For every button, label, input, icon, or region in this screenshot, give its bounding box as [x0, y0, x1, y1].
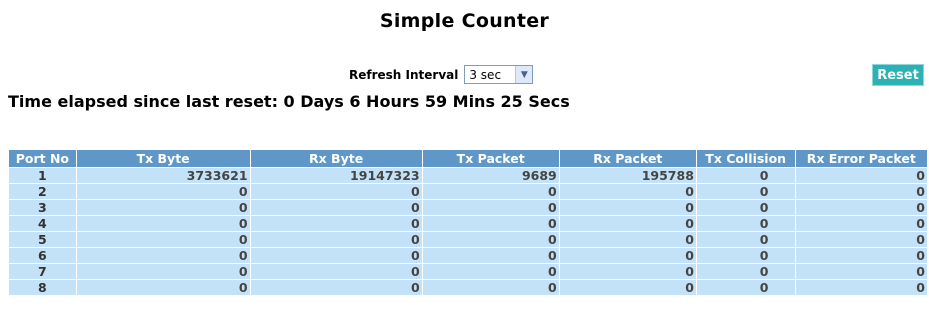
- cell-rx-byte: 0: [250, 280, 422, 295]
- cell-tx-packet: 0: [422, 216, 559, 231]
- counter-table: Port No Tx Byte Rx Byte Tx Packet Rx Pac…: [8, 149, 928, 296]
- cell-rx-byte: 19147323: [250, 168, 422, 183]
- header-tx-packet: Tx Packet: [422, 150, 559, 167]
- cell-tx-byte: 0: [76, 248, 250, 263]
- cell-tx-collision: 0: [696, 184, 795, 199]
- cell-tx-packet: 9689: [422, 168, 559, 183]
- cell-rx-byte: 0: [250, 200, 422, 215]
- table-header-row: Port No Tx Byte Rx Byte Tx Packet Rx Pac…: [9, 150, 927, 167]
- cell-tx-byte: 0: [76, 264, 250, 279]
- cell-rx-packet: 0: [559, 248, 696, 263]
- page-title: Simple Counter: [379, 10, 550, 32]
- cell-port-no: 5: [9, 232, 76, 247]
- cell-rx-packet: 0: [559, 216, 696, 231]
- cell-tx-collision: 0: [696, 168, 795, 183]
- cell-tx-collision: 0: [696, 280, 795, 295]
- cell-tx-packet: 0: [422, 248, 559, 263]
- table-row: 1 3733621 19147323 9689 195788 0 0: [9, 168, 927, 183]
- cell-rx-error-packet: 0: [795, 248, 927, 263]
- cell-rx-error-packet: 0: [795, 184, 927, 199]
- cell-rx-byte: 0: [250, 232, 422, 247]
- cell-tx-byte: 0: [76, 280, 250, 295]
- header-rx-error-packet: Rx Error Packet: [795, 150, 927, 167]
- cell-tx-collision: 0: [696, 232, 795, 247]
- header-tx-byte: Tx Byte: [76, 150, 250, 167]
- cell-tx-collision: 0: [696, 200, 795, 215]
- cell-tx-collision: 0: [696, 248, 795, 263]
- cell-port-no: 1: [9, 168, 76, 183]
- table-row: 3000000: [9, 200, 927, 215]
- cell-port-no: 4: [9, 216, 76, 231]
- cell-port-no: 8: [9, 280, 76, 295]
- cell-rx-packet: 0: [559, 232, 696, 247]
- cell-tx-byte: 0: [76, 200, 250, 215]
- header-port-no: Port No: [9, 150, 76, 167]
- table-row: 6000000: [9, 248, 927, 263]
- cell-tx-packet: 0: [422, 280, 559, 295]
- header-rx-packet: Rx Packet: [559, 150, 696, 167]
- cell-rx-error-packet: 0: [795, 232, 927, 247]
- cell-tx-packet: 0: [422, 264, 559, 279]
- cell-rx-byte: 0: [250, 248, 422, 263]
- cell-port-no: 2: [9, 184, 76, 199]
- cell-rx-byte: 0: [250, 264, 422, 279]
- cell-tx-collision: 0: [696, 264, 795, 279]
- refresh-interval-control: Refresh Interval 3 sec ▼: [349, 65, 534, 84]
- cell-tx-byte: 0: [76, 232, 250, 247]
- cell-tx-byte: 0: [76, 184, 250, 199]
- cell-rx-packet: 0: [559, 184, 696, 199]
- cell-tx-packet: 0: [422, 200, 559, 215]
- cell-port-no: 7: [9, 264, 76, 279]
- cell-tx-packet: 0: [422, 184, 559, 199]
- table-row: 2000000: [9, 184, 927, 199]
- refresh-interval-label: Refresh Interval: [349, 67, 459, 82]
- cell-rx-packet: 195788: [559, 168, 696, 183]
- header-rx-byte: Rx Byte: [250, 150, 422, 167]
- cell-rx-error-packet: 0: [795, 264, 927, 279]
- table-row: 8000000: [9, 280, 927, 295]
- cell-rx-error-packet: 0: [795, 280, 927, 295]
- cell-rx-error-packet: 0: [795, 216, 927, 231]
- cell-rx-packet: 0: [559, 200, 696, 215]
- cell-rx-error-packet: 0: [795, 168, 927, 183]
- cell-tx-byte: 3733621: [76, 168, 250, 183]
- cell-port-no: 6: [9, 248, 76, 263]
- cell-tx-collision: 0: [696, 216, 795, 231]
- header-tx-collision: Tx Collision: [696, 150, 795, 167]
- table-row: 4000000: [9, 216, 927, 231]
- cell-tx-byte: 0: [76, 216, 250, 231]
- table-row: 7000000: [9, 264, 927, 279]
- cell-rx-packet: 0: [559, 280, 696, 295]
- refresh-interval-select[interactable]: 3 sec ▼: [464, 65, 534, 84]
- cell-rx-byte: 0: [250, 184, 422, 199]
- reset-button[interactable]: Reset: [872, 64, 924, 86]
- cell-rx-byte: 0: [250, 216, 422, 231]
- cell-tx-packet: 0: [422, 232, 559, 247]
- chevron-down-icon[interactable]: ▼: [515, 66, 533, 83]
- table-row: 5000000: [9, 232, 927, 247]
- cell-port-no: 3: [9, 200, 76, 215]
- cell-rx-error-packet: 0: [795, 200, 927, 215]
- refresh-interval-value: 3 sec: [469, 67, 502, 82]
- time-elapsed-text: Time elapsed since last reset: 0 Days 6 …: [8, 92, 570, 111]
- cell-rx-packet: 0: [559, 264, 696, 279]
